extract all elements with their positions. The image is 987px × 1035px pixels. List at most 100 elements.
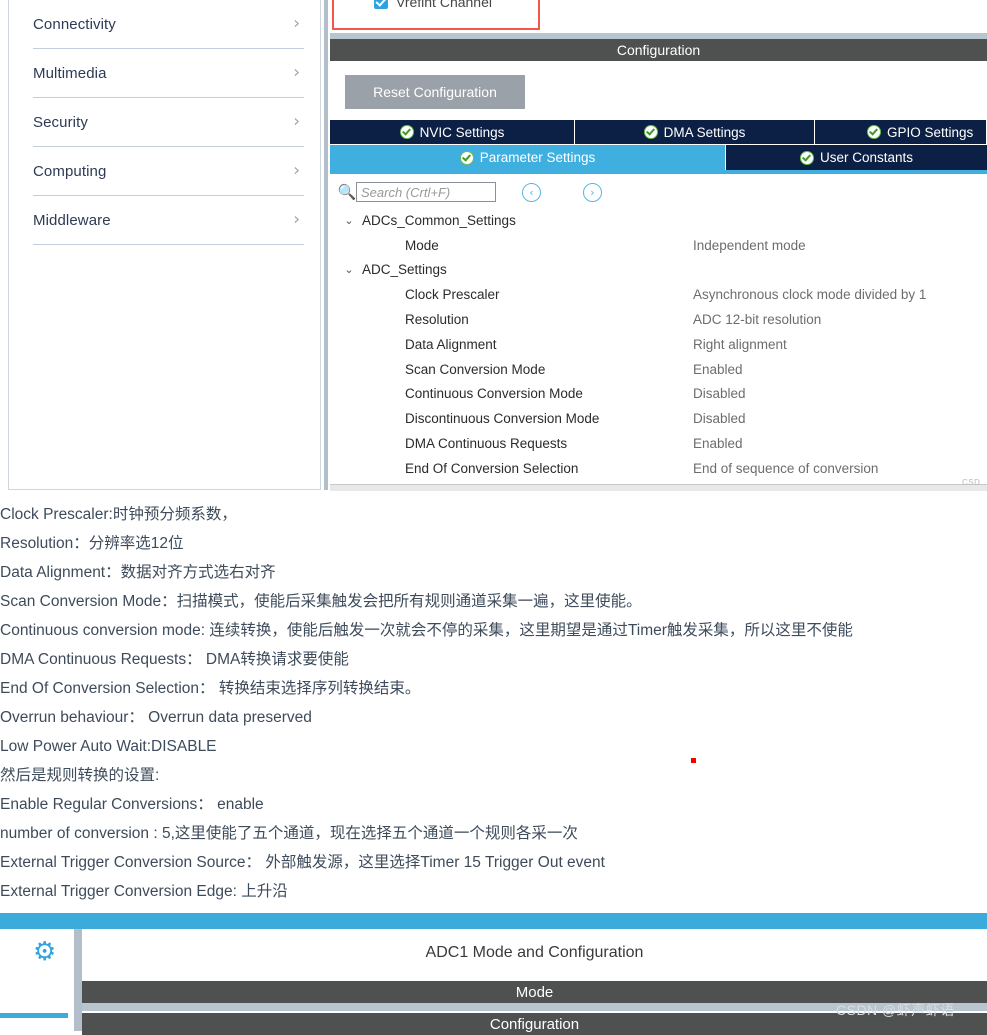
search-prev-button[interactable]: ‹ [522, 182, 541, 202]
reset-configuration-button[interactable]: Reset Configuration [345, 75, 525, 109]
tree-watermark: CSD [962, 478, 981, 487]
check-circle-icon [399, 125, 414, 139]
tab-dma-settings[interactable]: DMA Settings [575, 120, 815, 144]
tab-label: DMA Settings [663, 124, 746, 140]
note-line: Low Power Auto Wait:DISABLE [0, 738, 217, 755]
bottom-vertical-splitter[interactable] [74, 929, 82, 1031]
chevron-right-icon: › [293, 62, 300, 83]
tree-item-name: Resolution [405, 312, 469, 328]
tree-item-value[interactable]: Asynchronous clock mode divided by 1 [693, 287, 926, 302]
cubemx-top-screenshot: Connectivity › Multimedia › Security › C… [0, 0, 987, 492]
search-toolbar: 🔍 ‹ › [338, 182, 602, 202]
category-panel: Connectivity › Multimedia › Security › C… [8, 0, 321, 490]
tree-item-row[interactable]: Data Alignment Right alignment [330, 332, 987, 357]
sidebar-item-label: Security [33, 113, 88, 131]
sidebar-item-security[interactable]: Security › [33, 98, 304, 147]
tree-group-row[interactable]: ⌄ ADC_Settings [330, 258, 987, 283]
bottom-left-accent [0, 1013, 68, 1018]
tab-row-secondary: Parameter Settings User Constants [330, 145, 987, 170]
note-line: Continuous conversion mode: 连续转换，使能后触发一次… [0, 622, 853, 639]
tree-item-value[interactable]: Independent mode [693, 238, 806, 253]
tree-item-row[interactable]: Clock Prescaler Asynchronous clock mode … [330, 282, 987, 307]
tree-item-name: Discontinuous Conversion Mode [405, 411, 600, 427]
chevron-down-icon[interactable]: ⌄ [342, 263, 356, 276]
check-circle-icon [799, 150, 814, 165]
sidebar-item-computing[interactable]: Computing › [33, 147, 304, 196]
tree-item-row[interactable]: End Of Conversion Selection End of seque… [330, 456, 987, 480]
note-line: Resolution：分辨率选12位 [0, 535, 184, 552]
tree-item-name: ADCs_Common_Settings [362, 212, 516, 228]
note-line: Clock Prescaler:时钟预分频系数， [0, 506, 237, 523]
chevron-right-icon: › [293, 111, 300, 132]
red-dot-marker [691, 758, 696, 763]
gear-icon[interactable]: ⚙ [33, 939, 56, 965]
note-line: External Trigger Conversion Source： 外部触发… [0, 854, 605, 871]
tab-row-primary: NVIC Settings DMA Settings GPIO Settings [330, 120, 987, 144]
vrefint-checkbox[interactable] [374, 0, 388, 9]
tree-item-name: Mode [405, 237, 439, 253]
note-line: 然后是规则转换的设置: [0, 767, 160, 784]
tree-item-row[interactable]: Discontinuous Conversion Mode Disabled [330, 406, 987, 431]
vrefint-channel-row[interactable]: Vrefint Channel [374, 0, 492, 10]
tab-nvic-settings[interactable]: NVIC Settings [330, 120, 575, 144]
bottom-left-column: ⚙ [0, 929, 75, 1031]
tab-label: NVIC Settings [419, 124, 505, 140]
tree-item-name: DMA Continuous Requests [405, 436, 568, 452]
note-line: Scan Conversion Mode：扫描模式，使能后采集触发会把所有规则通… [0, 593, 642, 610]
tree-item-value[interactable]: Disabled [693, 411, 746, 426]
active-tab-underline [330, 170, 987, 174]
tree-item-value[interactable]: ADC 12-bit resolution [693, 312, 821, 327]
tree-item-row[interactable]: Scan Conversion Mode Enabled [330, 357, 987, 382]
vertical-splitter[interactable] [322, 0, 330, 490]
tree-item-name: ADC_Settings [362, 262, 447, 278]
tab-label: Parameter Settings [479, 150, 596, 165]
note-line: External Trigger Conversion Edge: 上升沿 [0, 883, 288, 900]
tree-item-row[interactable]: DMA Continuous Requests Enabled [330, 431, 987, 456]
sidebar-item-middleware[interactable]: Middleware › [33, 196, 304, 245]
check-circle-icon [459, 150, 474, 165]
chevron-right-icon: › [293, 13, 300, 34]
search-input[interactable] [356, 182, 496, 202]
tab-parameter-settings[interactable]: Parameter Settings [330, 145, 726, 170]
note-line: number of conversion : 5,这里使能了五个通道，现在选择五… [0, 825, 578, 842]
note-line: Enable Regular Conversions： enable [0, 796, 264, 813]
tab-gpio-settings[interactable]: GPIO Settings [815, 120, 987, 144]
configuration-panel: Vrefint Channel Configuration Reset Conf… [330, 0, 987, 491]
tree-item-row[interactable]: Mode Independent mode [330, 233, 987, 258]
check-circle-icon [867, 125, 881, 139]
note-line: Overrun behaviour： Overrun data preserve… [0, 709, 312, 726]
tree-item-row[interactable]: Resolution ADC 12-bit resolution [330, 307, 987, 332]
configuration-title: Configuration [330, 39, 987, 61]
tab-user-constants[interactable]: User Constants [726, 145, 987, 170]
note-line: Data Alignment：数据对齐方式选右对齐 [0, 564, 276, 581]
tree-item-value[interactable]: Right alignment [693, 337, 787, 352]
tree-item-name: Scan Conversion Mode [405, 361, 546, 377]
sidebar-item-multimedia[interactable]: Multimedia › [33, 49, 304, 98]
chevron-down-icon[interactable]: ⌄ [342, 214, 356, 227]
adc1-mode-configuration-title: ADC1 Mode and Configuration [425, 944, 644, 961]
sidebar-item-connectivity[interactable]: Connectivity › [33, 0, 304, 49]
tree-group-row[interactable]: ⌄ ADCs_Common_Settings [330, 208, 987, 233]
tree-item-value[interactable]: End of sequence of conversion [693, 461, 878, 476]
tree-item-name: Continuous Conversion Mode [405, 386, 583, 402]
tab-label: GPIO Settings [887, 124, 974, 140]
check-circle-icon [643, 125, 658, 139]
tree-item-name: End Of Conversion Selection [405, 460, 579, 476]
sidebar-item-label: Middleware [33, 211, 111, 229]
tree-item-value[interactable]: Disabled [693, 386, 746, 401]
search-next-button[interactable]: › [583, 182, 602, 202]
tree-item-row[interactable]: Continuous Conversion Mode Disabled [330, 382, 987, 407]
sidebar-item-label: Computing [33, 162, 107, 180]
tab-label: User Constants [819, 150, 914, 165]
panel-bottom-edge [330, 484, 987, 491]
chevron-right-icon: › [293, 160, 300, 181]
parameter-settings-tree: ⌄ ADCs_Common_Settings Mode Independent … [330, 208, 987, 480]
chevron-right-icon: › [293, 209, 300, 230]
note-line: DMA Continuous Requests： DMA转换请求要使能 [0, 651, 349, 668]
tree-item-name: Clock Prescaler [405, 287, 500, 303]
note-line: End Of Conversion Selection： 转换结束选择序列转换结… [0, 680, 421, 697]
tree-item-value[interactable]: Enabled [693, 436, 743, 451]
vrefint-highlight-box: Vrefint Channel [332, 0, 540, 30]
bottom-accent-bar [0, 913, 987, 929]
tree-item-value[interactable]: Enabled [693, 362, 743, 377]
